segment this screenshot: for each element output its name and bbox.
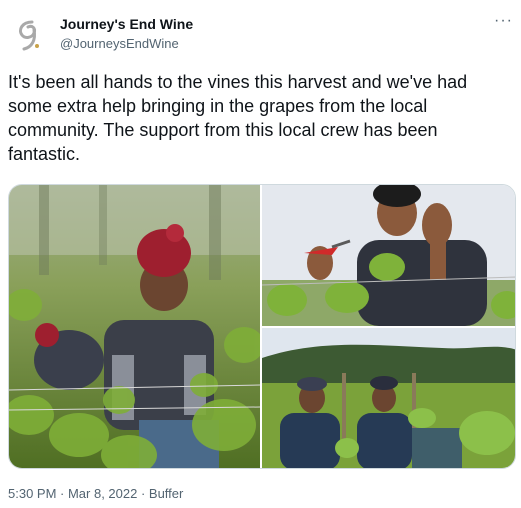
vineyard-photo-3 xyxy=(262,328,515,468)
photo-two-workers-in-vineyard[interactable] xyxy=(262,328,515,468)
photo-vineyard-worker-red-beanie[interactable] xyxy=(9,185,260,468)
avatar[interactable] xyxy=(8,14,50,56)
journeys-end-logo-icon xyxy=(18,20,39,51)
vineyard-photo-2 xyxy=(262,185,515,326)
display-name[interactable]: Journey's End Wine xyxy=(60,16,193,32)
tweet-timestamp[interactable]: 5:30 PM · Mar 8, 2022 · Buffer xyxy=(8,486,183,501)
account-handle[interactable]: @JourneysEndWine xyxy=(60,36,179,51)
more-dots-icon[interactable]: ··· xyxy=(494,12,513,30)
tweet-text: It's been all hands to the vines this ha… xyxy=(8,72,468,164)
photo-worker-waving-with-shears[interactable] xyxy=(262,185,515,326)
vineyard-photo-1 xyxy=(9,185,260,468)
media-grid xyxy=(8,184,516,469)
